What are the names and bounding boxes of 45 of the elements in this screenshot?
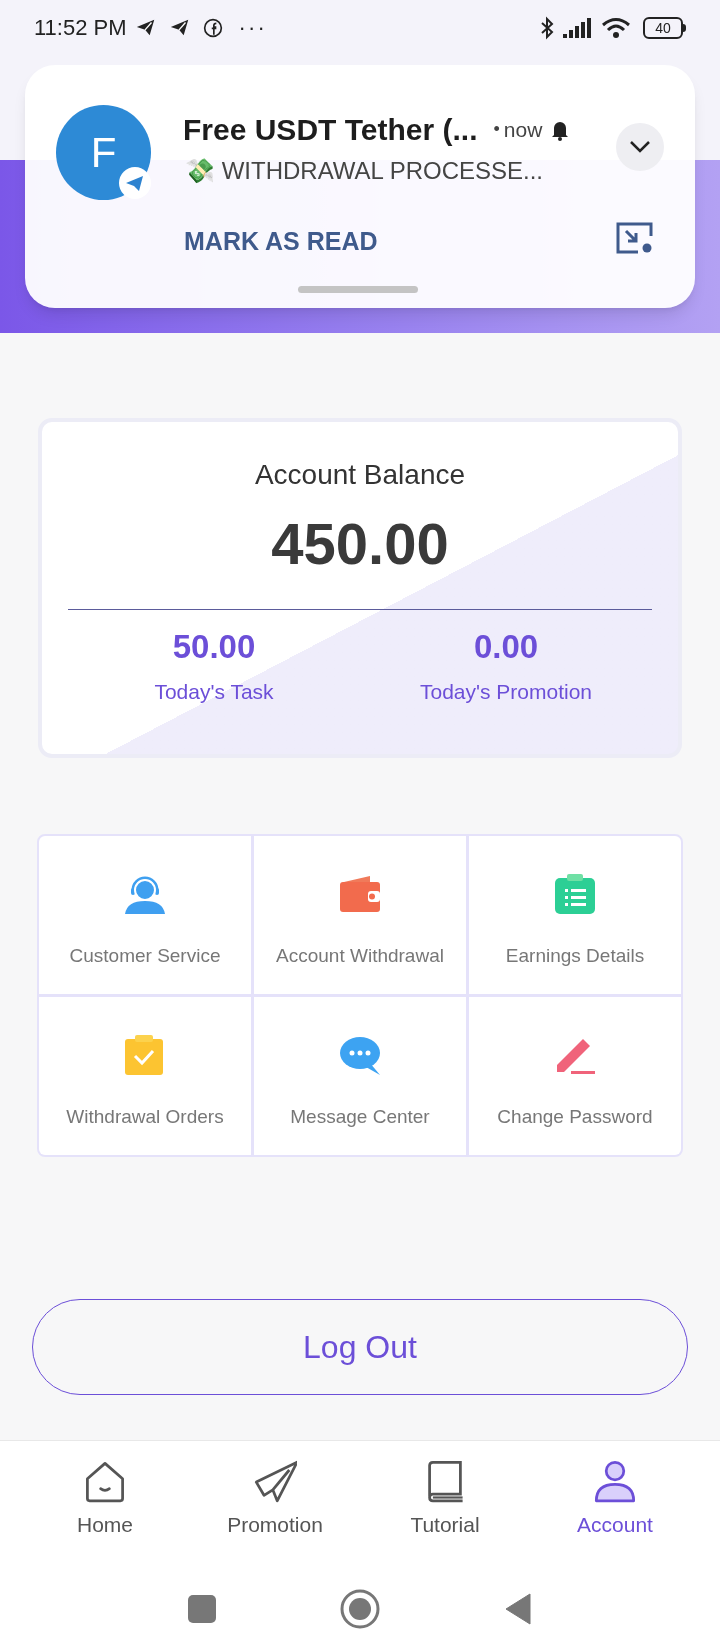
expand-button[interactable] bbox=[616, 123, 664, 171]
nav-tab[interactable]: Account bbox=[540, 1459, 690, 1541]
facebook-icon bbox=[202, 17, 223, 38]
stat-value: 50.00 bbox=[172, 627, 256, 667]
telegram-icon bbox=[119, 167, 151, 199]
menu-tile[interactable]: Message Center bbox=[254, 997, 466, 1155]
menu-tile[interactable]: Change Password bbox=[469, 997, 681, 1155]
paper-plane-icon bbox=[253, 1459, 297, 1503]
nav-tab[interactable]: Home bbox=[30, 1459, 180, 1541]
balance-title: Account Balance bbox=[254, 458, 466, 492]
drag-handle[interactable] bbox=[298, 286, 418, 293]
notification-time: now bbox=[503, 116, 543, 143]
avatar: F bbox=[56, 105, 151, 200]
bluetooth-icon bbox=[539, 15, 555, 40]
person-icon bbox=[593, 1459, 637, 1503]
wifi-icon bbox=[601, 16, 631, 39]
nav-tab[interactable]: Promotion bbox=[200, 1459, 350, 1541]
menu-tile[interactable]: Earnings Details bbox=[469, 836, 681, 994]
stat-value: 0.00 bbox=[473, 627, 539, 667]
signal-icon bbox=[563, 17, 593, 38]
stat-label: Today's Task bbox=[154, 678, 274, 705]
menu-tile[interactable]: Account Withdrawal bbox=[254, 836, 466, 994]
separator-dot: • bbox=[493, 118, 500, 141]
recent-apps-button[interactable] bbox=[188, 1594, 216, 1623]
clipboard-list-icon bbox=[555, 874, 595, 914]
nav-tab[interactable]: Tutorial bbox=[370, 1459, 520, 1541]
battery-icon: 40 bbox=[643, 16, 683, 39]
clipboard-check-icon bbox=[125, 1035, 165, 1075]
headset-person-icon bbox=[125, 874, 165, 914]
menu-tile[interactable]: Withdrawal Orders bbox=[39, 997, 251, 1155]
balance-amount: 450.00 bbox=[271, 510, 449, 578]
menu-tile[interactable]: Customer Service bbox=[39, 836, 251, 994]
wallet-icon bbox=[340, 874, 380, 914]
picture-in-picture-icon[interactable] bbox=[616, 222, 654, 254]
notification-message: 💸 WITHDRAWAL PROCESSE... bbox=[185, 156, 544, 186]
notification-title: Free USDT Tether (... bbox=[183, 112, 478, 148]
back-button[interactable] bbox=[504, 1592, 532, 1625]
stat-label: Today's Promotion bbox=[419, 678, 593, 705]
more-notifications: ··· bbox=[238, 14, 268, 42]
home-button[interactable] bbox=[340, 1588, 380, 1629]
chat-bubble-icon bbox=[340, 1035, 380, 1075]
chevron-down-icon bbox=[629, 140, 651, 154]
mark-as-read-button[interactable]: MARK AS READ bbox=[184, 223, 378, 261]
home-icon bbox=[83, 1459, 127, 1503]
status-time: 11:52 PM bbox=[34, 14, 127, 42]
